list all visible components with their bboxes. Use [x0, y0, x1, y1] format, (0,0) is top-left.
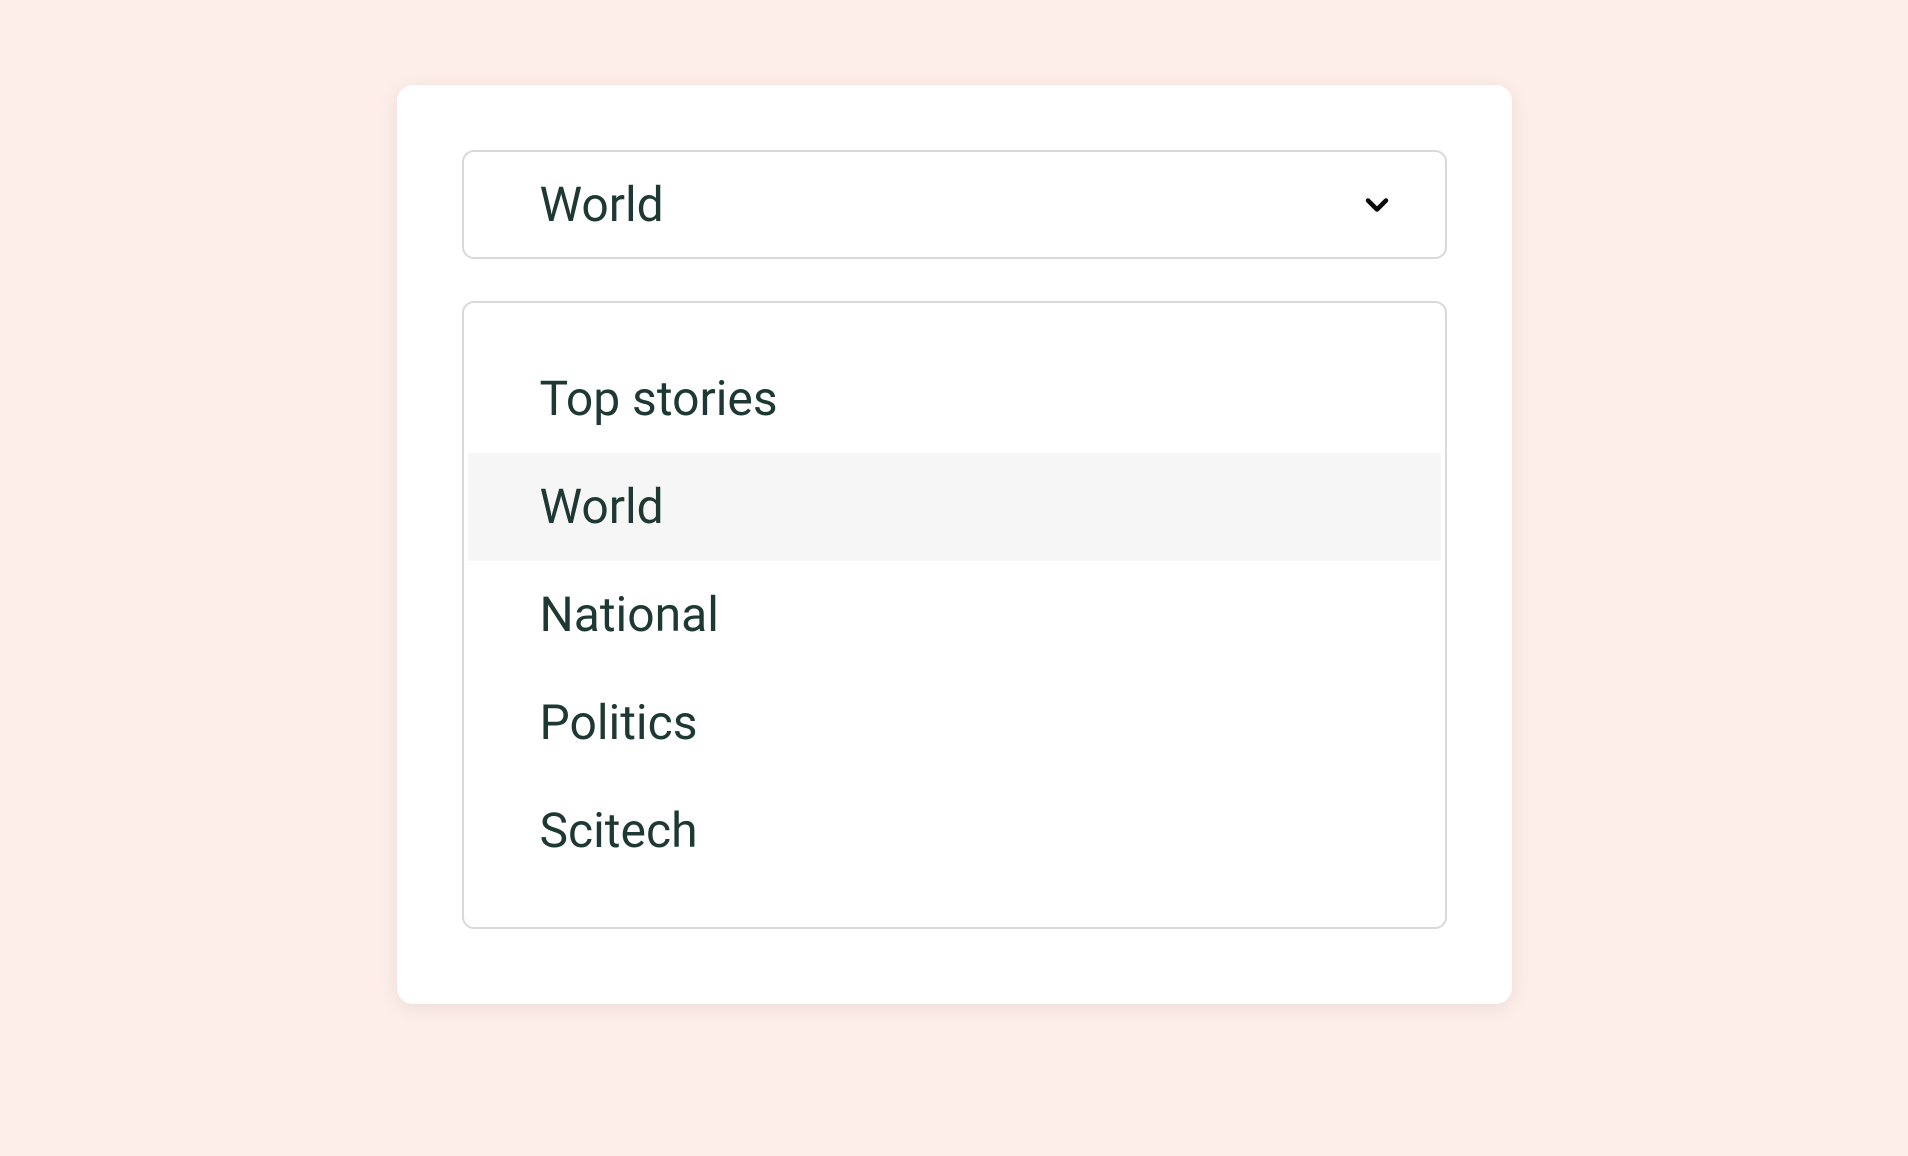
option-top-stories[interactable]: Top stories	[468, 345, 1441, 453]
select-listbox: Top stories World National Politics Scit…	[462, 301, 1447, 929]
option-world[interactable]: World	[468, 453, 1441, 561]
option-politics[interactable]: Politics	[468, 669, 1441, 777]
option-scitech[interactable]: Scitech	[468, 777, 1441, 885]
option-national[interactable]: National	[468, 561, 1441, 669]
select-card: World Top stories World National Politic…	[397, 85, 1512, 1004]
select-trigger[interactable]: World	[462, 150, 1447, 259]
select-value: World	[540, 176, 664, 233]
chevron-down-icon	[1357, 185, 1397, 225]
